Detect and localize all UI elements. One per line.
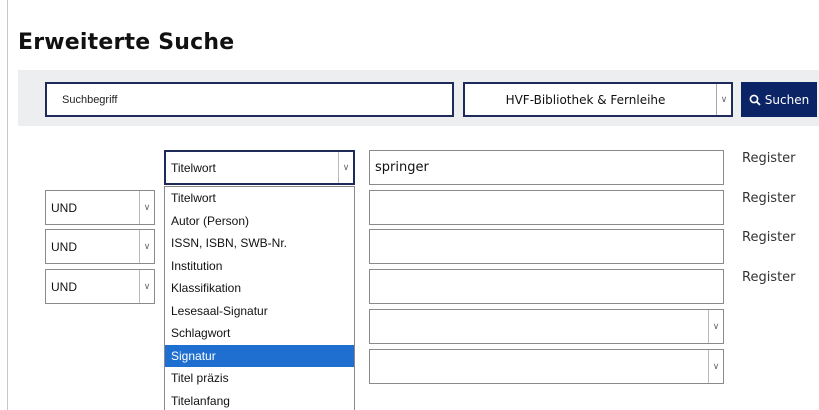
filter-select-1[interactable]: ∨: [369, 309, 724, 344]
dropdown-option[interactable]: Titelwort: [165, 187, 354, 210]
term-input-1[interactable]: springer: [369, 150, 724, 185]
chevron-down-icon: ∨: [139, 270, 154, 303]
dropdown-option[interactable]: Schlagwort: [165, 322, 354, 345]
search-icon: [749, 94, 761, 106]
operator-select-3[interactable]: UND ∨: [45, 229, 155, 264]
search-input[interactable]: Suchbegriff: [45, 82, 454, 117]
field-select-1[interactable]: Titelwort ∨: [164, 150, 355, 185]
chevron-down-icon: ∨: [139, 230, 154, 263]
term-input-2[interactable]: [369, 190, 724, 225]
operator-select-4-value: UND: [51, 279, 77, 294]
operator-select-2-value: UND: [51, 200, 77, 215]
library-select[interactable]: HVF-Bibliothek & Fernleihe ∨: [463, 82, 733, 117]
dropdown-option[interactable]: ISSN, ISBN, SWB-Nr.: [165, 232, 354, 255]
operator-select-2[interactable]: UND ∨: [45, 190, 155, 225]
search-button-label: Suchen: [764, 92, 810, 107]
dropdown-option[interactable]: Institution: [165, 255, 354, 278]
dropdown-option[interactable]: Klassifikation: [165, 277, 354, 300]
register-link-4[interactable]: Register: [742, 270, 796, 285]
filter-select-2[interactable]: ∨: [369, 349, 724, 384]
chevron-down-icon: ∨: [338, 152, 353, 183]
register-link-2[interactable]: Register: [742, 191, 796, 206]
register-link-3[interactable]: Register: [742, 230, 796, 245]
chevron-down-icon: ∨: [139, 191, 154, 224]
term-input-4[interactable]: [369, 269, 724, 304]
dropdown-option[interactable]: Lesesaal-Signatur: [165, 300, 354, 323]
page-left-border: [7, 0, 8, 410]
term-input-3[interactable]: [369, 229, 724, 264]
page-title: Erweiterte Suche: [18, 30, 235, 55]
library-select-value: HVF-Bibliothek & Fernleihe: [505, 92, 666, 107]
search-button[interactable]: Suchen: [741, 82, 817, 117]
dropdown-option[interactable]: Titel präzis: [165, 367, 354, 390]
dropdown-option-highlighted[interactable]: Signatur: [165, 344, 354, 367]
register-link-1[interactable]: Register: [742, 151, 796, 166]
search-input-value: Suchbegriff: [62, 93, 118, 106]
operator-select-4[interactable]: UND ∨: [45, 269, 155, 304]
dropdown-option[interactable]: Titelanfang: [165, 390, 354, 410]
term-input-1-value: springer: [375, 160, 429, 175]
dropdown-option[interactable]: Autor (Person): [165, 210, 354, 233]
chevron-down-icon: ∨: [708, 310, 723, 343]
field-dropdown-list: Titelwort Autor (Person) ISSN, ISBN, SWB…: [164, 186, 355, 410]
operator-select-3-value: UND: [51, 239, 77, 254]
chevron-down-icon: ∨: [708, 350, 723, 383]
field-select-1-value: Titelwort: [171, 160, 216, 175]
chevron-down-icon: ∨: [716, 84, 731, 115]
